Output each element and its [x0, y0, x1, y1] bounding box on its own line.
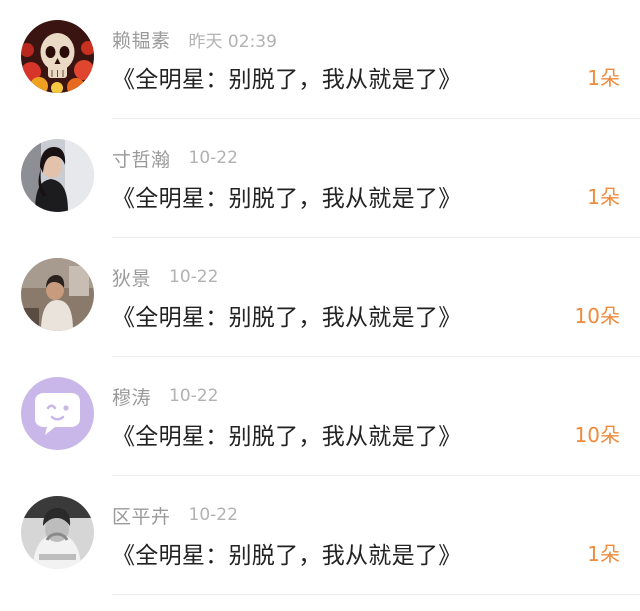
gift-count: 1朵 [587, 542, 620, 566]
comment-row[interactable]: 穆涛 10-22 《全明星：别脱了，我从就是了》 10朵 [0, 357, 640, 476]
user-name[interactable]: 狄景 [112, 264, 151, 291]
comment-time: 10-22 [169, 267, 219, 287]
user-name[interactable]: 寸哲瀚 [112, 145, 171, 172]
comment-meta: 赖韫素 昨天 02:39 [112, 25, 277, 53]
comment-meta: 穆涛 10-22 [112, 382, 218, 410]
skull-flowers-avatar-icon[interactable] [21, 20, 94, 93]
gift-count: 1朵 [587, 66, 620, 90]
gift-count: 10朵 [574, 304, 620, 328]
monochrome-photo-avatar-icon[interactable] [21, 496, 94, 569]
comment-text: 《全明星：别脱了，我从就是了》 [112, 67, 462, 93]
comment-row[interactable]: 狄景 10-22 《全明星：别脱了，我从就是了》 10朵 [0, 238, 640, 357]
comment-time: 10-22 [169, 386, 219, 406]
comment-time: 10-22 [188, 505, 238, 525]
comment-text: 《全明星：别脱了，我从就是了》 [112, 543, 462, 569]
woman-photo-avatar-icon[interactable] [21, 139, 94, 212]
comment-row[interactable]: 赖韫素 昨天 02:39 《全明星：别脱了，我从就是了》 1朵 [0, 0, 640, 119]
comment-meta: 区平卉 10-22 [112, 501, 238, 529]
comment-time: 昨天 02:39 [188, 31, 277, 52]
comment-text: 《全明星：别脱了，我从就是了》 [112, 424, 462, 450]
comment-list: 赖韫素 昨天 02:39 《全明星：别脱了，我从就是了》 1朵 寸哲瀚 10-2… [0, 0, 640, 611]
chat-bubble-avatar-icon[interactable] [21, 377, 94, 450]
comment-row[interactable]: 寸哲瀚 10-22 《全明星：别脱了，我从就是了》 1朵 [0, 119, 640, 238]
user-name[interactable]: 赖韫素 [112, 26, 171, 53]
user-name[interactable]: 穆涛 [112, 383, 151, 410]
comment-meta: 寸哲瀚 10-22 [112, 144, 238, 172]
user-name[interactable]: 区平卉 [112, 502, 171, 529]
comment-text: 《全明星：别脱了，我从就是了》 [112, 305, 462, 331]
gift-count: 1朵 [587, 185, 620, 209]
person-photo-avatar-icon[interactable] [21, 258, 94, 331]
comment-time: 10-22 [188, 148, 238, 168]
comment-row[interactable]: 区平卉 10-22 《全明星：别脱了，我从就是了》 1朵 [0, 476, 640, 595]
comment-text: 《全明星：别脱了，我从就是了》 [112, 186, 462, 212]
comment-meta: 狄景 10-22 [112, 263, 218, 291]
gift-count: 10朵 [574, 423, 620, 447]
divider [112, 594, 640, 595]
